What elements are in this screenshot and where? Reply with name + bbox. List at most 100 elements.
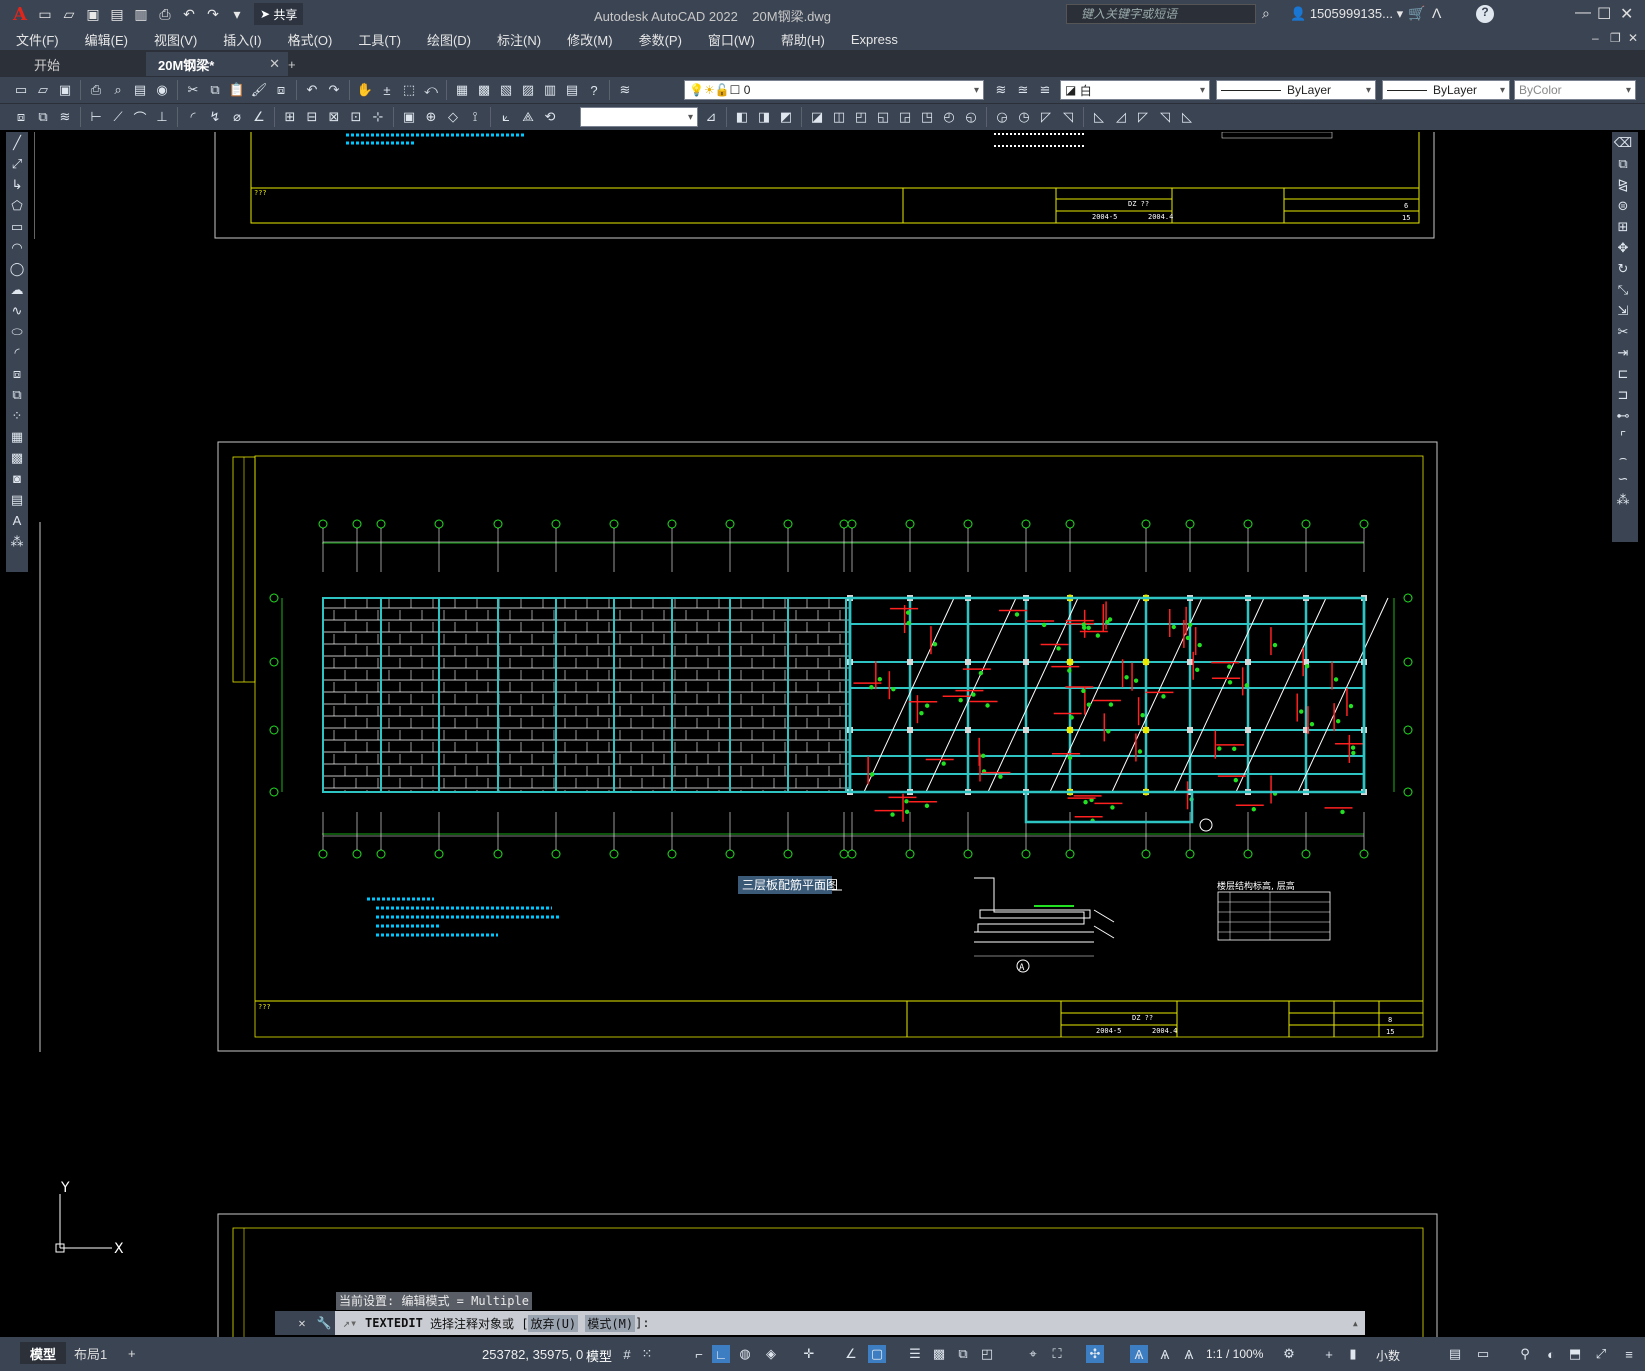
open-icon[interactable]: ▱: [33, 80, 53, 100]
autodesk-a360-icon[interactable]: Ʌ: [1432, 5, 1441, 21]
color-dropdown[interactable]: ◪ 白 ▾: [1060, 80, 1210, 100]
rotate-face-icon[interactable]: ◲: [895, 107, 915, 127]
isolate-objects-icon[interactable]: ⚲: [1516, 1345, 1534, 1363]
copy-face-icon[interactable]: ◴: [939, 107, 959, 127]
search-input[interactable]: 键入关键字或短语: [1066, 4, 1256, 24]
zoom-window-icon[interactable]: ⬚: [399, 80, 419, 100]
array-icon[interactable]: ⊞: [1612, 216, 1634, 237]
menu-tools[interactable]: 工具(T): [345, 30, 414, 49]
center-mark-icon[interactable]: ⊕: [421, 107, 441, 127]
save-icon[interactable]: ▣: [82, 3, 104, 25]
menu-file[interactable]: 文件(F): [0, 30, 72, 49]
clean-icon[interactable]: ◷: [1014, 107, 1034, 127]
quick-dim-icon[interactable]: ⊞: [280, 107, 300, 127]
infer-constraints-icon[interactable]: ⌐: [690, 1345, 708, 1363]
markup-icon[interactable]: ▥: [540, 80, 560, 100]
undo-icon[interactable]: ↶: [302, 80, 322, 100]
help-icon[interactable]: ?: [1476, 5, 1494, 23]
table-icon[interactable]: ▤: [6, 489, 28, 510]
maximize-icon[interactable]: ☐: [1597, 4, 1611, 24]
delete-face-icon[interactable]: ◱: [873, 107, 893, 127]
option-mode[interactable]: 模式(M): [585, 1314, 636, 1332]
multiline-text-icon[interactable]: A: [6, 510, 28, 531]
revision-cloud-icon[interactable]: ☁: [6, 279, 28, 300]
close-icon[interactable]: ✕: [291, 1311, 313, 1335]
point-icon[interactable]: ⁘: [6, 405, 28, 426]
copy-object-icon[interactable]: ⧉: [1612, 153, 1634, 174]
shell-icon[interactable]: ◹: [1058, 107, 1078, 127]
gizmo-icon[interactable]: ✣: [1086, 1345, 1104, 1363]
insert-block-icon[interactable]: ⧈: [6, 363, 28, 384]
object-snap-icon[interactable]: ∠: [842, 1345, 860, 1363]
block-editor-icon[interactable]: ⧈: [271, 80, 291, 100]
lineweight-icon[interactable]: ☰: [906, 1345, 924, 1363]
layer-match-icon[interactable]: ≌: [1035, 80, 1055, 100]
diameter-icon[interactable]: ⌀: [227, 107, 247, 127]
wrench-icon[interactable]: 🔧: [313, 1311, 335, 1335]
taper-face-icon[interactable]: ◳: [917, 107, 937, 127]
redo-icon[interactable]: ↷: [202, 3, 224, 25]
selection-filter-icon[interactable]: ⛶: [1048, 1345, 1066, 1363]
cut-icon[interactable]: ✂: [183, 80, 203, 100]
polyline-icon[interactable]: ↳: [6, 174, 28, 195]
fullscreen-icon[interactable]: ⤢: [1592, 1345, 1610, 1363]
insert-icon[interactable]: ⧉: [33, 107, 53, 127]
help-icon[interactable]: ?: [584, 80, 604, 100]
model-space-button[interactable]: 模型: [586, 1346, 612, 1365]
fillet-icon[interactable]: ⌢: [1612, 447, 1634, 468]
plotstyle-dropdown[interactable]: ByColor ▾: [1514, 80, 1636, 100]
lineweight-dropdown[interactable]: ByLayer ▾: [1382, 80, 1510, 100]
check-icon[interactable]: ◺: [1089, 107, 1109, 127]
add-layout-button[interactable]: +: [118, 1342, 146, 1364]
clean-screen-icon[interactable]: ⬒: [1566, 1345, 1584, 1363]
offset-face-icon[interactable]: ◰: [851, 107, 871, 127]
units-dropdown[interactable]: 小数: [1376, 1347, 1400, 1364]
annotation-scale-dropdown[interactable]: 1:1 / 100%: [1206, 1347, 1263, 1361]
new-tab-button[interactable]: +: [276, 52, 308, 76]
circle-icon[interactable]: ◯: [6, 258, 28, 279]
baseline-icon[interactable]: ⊟: [302, 107, 322, 127]
drawing-area[interactable]: ??? 2004-5 2004.4 DZ ?? 6 15 ??? 2004-5 …: [34, 132, 1608, 1337]
rectangle-icon[interactable]: ▭: [6, 216, 28, 237]
subtract-icon[interactable]: ◨: [754, 107, 774, 127]
command-grip[interactable]: [275, 1311, 291, 1335]
blend-curves-icon[interactable]: ∽: [1612, 468, 1634, 489]
ellipse-arc-icon[interactable]: ◜: [6, 342, 28, 363]
dim-edit-icon[interactable]: ⟀: [496, 107, 516, 127]
menu-format[interactable]: 格式(O): [275, 30, 346, 49]
plus-icon[interactable]: +: [1320, 1345, 1338, 1363]
annotation-scale-icon[interactable]: Ѧ: [1180, 1345, 1198, 1363]
menu-modify[interactable]: 修改(M): [554, 30, 626, 49]
add-selected-icon[interactable]: ⁂: [6, 531, 28, 552]
offset-icon[interactable]: ⊜: [1612, 195, 1634, 216]
gradient-icon[interactable]: ▩: [6, 447, 28, 468]
doc-restore-icon[interactable]: ❐: [1610, 31, 1621, 45]
dynamic-ucs-icon[interactable]: ⌖: [1024, 1345, 1042, 1363]
layer-state-icon[interactable]: ≋: [55, 107, 75, 127]
dim-text-edit-icon[interactable]: ⟁: [518, 107, 538, 127]
new-icon[interactable]: ▭: [11, 80, 31, 100]
transparency-icon[interactable]: ▩: [930, 1345, 948, 1363]
tab-20m-steel-beam[interactable]: 20M钢梁* ✕: [146, 52, 288, 76]
undo-icon[interactable]: ↶: [178, 3, 200, 25]
publish-icon[interactable]: ▥: [130, 3, 152, 25]
save-icon[interactable]: ▣: [55, 80, 75, 100]
command-line[interactable]: ✕ 🔧 ↗▾ TEXTEDIT 选择注释对象或 [ 放弃(U) 模式(M) ]:…: [275, 1311, 1365, 1335]
move-face-icon[interactable]: ◫: [829, 107, 849, 127]
jogged-linear-icon[interactable]: ⟟: [465, 107, 485, 127]
make-current-icon[interactable]: ≋: [991, 80, 1011, 100]
sheet-set-icon[interactable]: ▨: [518, 80, 538, 100]
selection-cycling-icon[interactable]: ⧉: [954, 1345, 972, 1363]
break-icon[interactable]: ⊐: [1612, 384, 1634, 405]
erase-icon[interactable]: ⌫: [1612, 132, 1634, 153]
3d-print-icon[interactable]: ◉: [152, 80, 172, 100]
drawing-svg[interactable]: ??? 2004-5 2004.4 DZ ?? 6 15 ??? 2004-5 …: [34, 132, 1608, 1337]
quick-properties-icon[interactable]: ▤: [1446, 1345, 1464, 1363]
isodraft-icon[interactable]: ◈: [762, 1345, 780, 1363]
layer-properties-icon[interactable]: ≋: [615, 80, 635, 100]
continue-icon[interactable]: ⊠: [324, 107, 344, 127]
inspection-icon[interactable]: ◇: [443, 107, 463, 127]
chevron-up-icon[interactable]: ▴: [1352, 1316, 1359, 1330]
copy-icon[interactable]: ⧉: [205, 80, 225, 100]
grid-icon[interactable]: #: [618, 1345, 636, 1363]
